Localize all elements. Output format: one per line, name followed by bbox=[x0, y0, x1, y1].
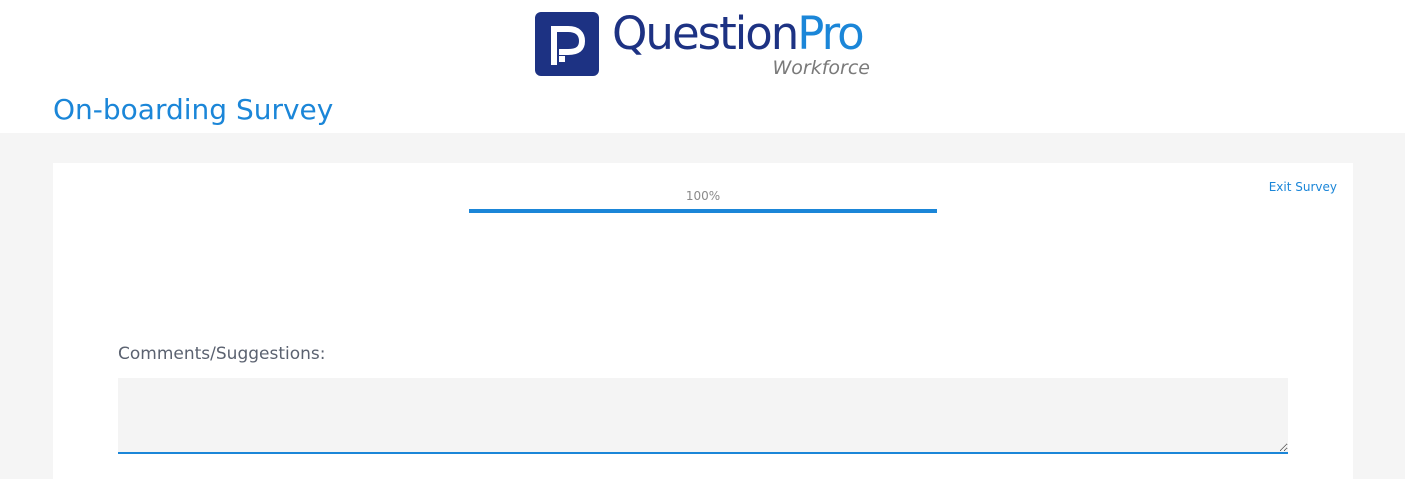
progress-bar bbox=[469, 209, 937, 213]
logo-wordmark-accent: Pro bbox=[797, 7, 864, 60]
questionpro-p-icon bbox=[535, 12, 599, 76]
logo-wordmark-main: Question bbox=[612, 7, 799, 60]
progress-percentage: 100% bbox=[685, 189, 721, 203]
survey-card: Exit Survey 100% Comments/Suggestions: bbox=[53, 163, 1353, 479]
questionpro-workforce-logo: QuestionPro Workforce bbox=[535, 7, 875, 82]
logo-subtitle: Workforce bbox=[772, 57, 871, 79]
page-title: On-boarding Survey bbox=[53, 93, 334, 126]
progress-bar-fill bbox=[469, 209, 937, 213]
comments-textarea[interactable] bbox=[118, 378, 1288, 454]
logo-wordmark: QuestionPro bbox=[612, 6, 865, 62]
question-label: Comments/Suggestions: bbox=[118, 344, 326, 364]
page-header: QuestionPro Workforce On-boarding Survey bbox=[0, 0, 1405, 133]
exit-survey-link[interactable]: Exit Survey bbox=[1269, 180, 1337, 194]
